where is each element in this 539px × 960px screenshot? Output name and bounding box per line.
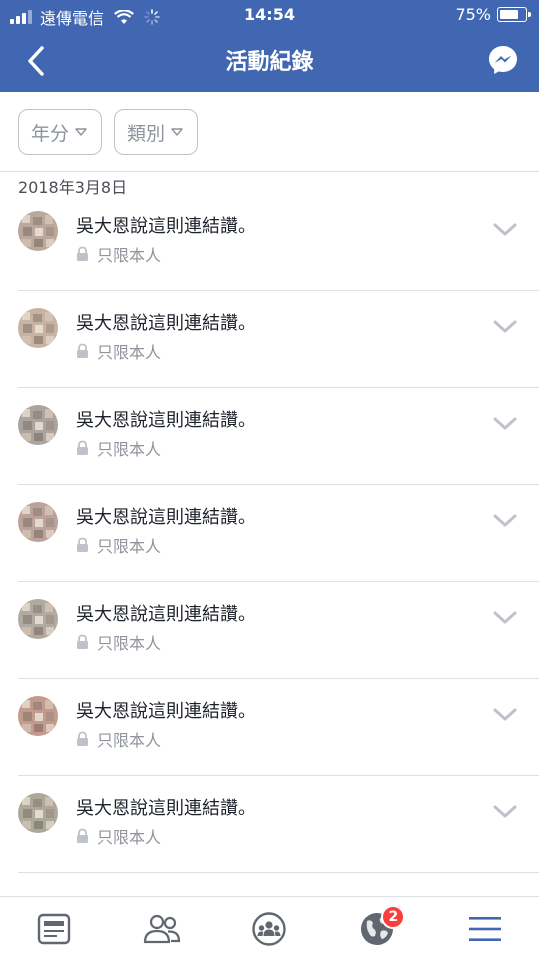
avatar[interactable]: [18, 793, 58, 833]
activity-row[interactable]: 吳大恩說這則連結讚。 只限本人: [18, 291, 539, 388]
filter-year-button[interactable]: 年分: [18, 109, 103, 155]
avatar[interactable]: [18, 696, 58, 736]
tab-menu[interactable]: [431, 897, 539, 960]
avatar[interactable]: [18, 599, 58, 639]
lock-icon: [77, 537, 88, 552]
battery-icon: [497, 7, 531, 22]
privacy-label: 只限本人: [97, 731, 162, 750]
activity-row[interactable]: 吳大恩說這則連結讚。 只限本人: [18, 485, 539, 582]
nav-bar: 活動紀錄: [0, 30, 539, 92]
bottom-tab-bar: 2: [0, 896, 539, 960]
avatar[interactable]: [18, 308, 58, 348]
activity-text[interactable]: 吳大恩說這則連結讚。: [76, 212, 256, 238]
hamburger-menu-icon: [469, 916, 502, 941]
privacy-label: 只限本人: [97, 246, 162, 265]
chevron-down-icon[interactable]: [493, 513, 517, 529]
chevron-down-icon[interactable]: [493, 804, 517, 820]
privacy-label: 只限本人: [97, 828, 162, 847]
avatar[interactable]: [18, 502, 58, 542]
status-bar: 遠傳電信 14:54 75%: [0, 0, 539, 30]
activity-row[interactable]: 吳大恩說這則連結讚。 只限本人: [18, 194, 539, 291]
tab-notifications[interactable]: 2: [323, 897, 431, 960]
friends-icon: [143, 914, 180, 943]
activity-row[interactable]: 吳大恩說這則連結讚。 只限本人: [18, 388, 539, 485]
news-feed-icon: [37, 913, 71, 944]
activity-text[interactable]: 吳大恩說這則連結讚。: [76, 697, 256, 723]
messenger-icon[interactable]: [487, 44, 519, 76]
chevron-down-icon[interactable]: [493, 416, 517, 432]
dropdown-triangle-icon: [75, 128, 87, 136]
lock-icon: [77, 634, 88, 649]
filter-category-button[interactable]: 類別: [114, 109, 199, 155]
lock-icon: [77, 731, 88, 746]
filter-year-label: 年分: [31, 122, 70, 145]
avatar[interactable]: [18, 405, 58, 445]
activity-row[interactable]: 吳大恩說這則連結讚。 只限本人: [18, 776, 539, 873]
activity-list: 吳大恩說這則連結讚。 只限本人 吳大恩說這則連結讚。 只限本人 吳大恩說這則連結…: [0, 194, 539, 913]
lock-icon: [77, 343, 88, 358]
tab-friends[interactable]: [108, 897, 216, 960]
avatar[interactable]: [18, 211, 58, 251]
activity-text[interactable]: 吳大恩說這則連結讚。: [76, 794, 256, 820]
chevron-down-icon[interactable]: [493, 707, 517, 723]
activity-text[interactable]: 吳大恩說這則連結讚。: [76, 309, 256, 335]
notification-badge: 2: [381, 905, 406, 929]
filter-category-label: 類別: [127, 122, 166, 145]
filter-bar: 年分 類別: [0, 92, 539, 172]
activity-text[interactable]: 吳大恩說這則連結讚。: [76, 503, 256, 529]
chevron-down-icon[interactable]: [493, 222, 517, 238]
battery-percent: 75%: [455, 5, 491, 24]
privacy-label: 只限本人: [97, 537, 162, 556]
lock-icon: [77, 440, 88, 455]
lock-icon: [77, 828, 88, 843]
chevron-down-icon[interactable]: [493, 610, 517, 626]
privacy-label: 只限本人: [97, 440, 162, 459]
privacy-label: 只限本人: [97, 634, 162, 653]
activity-text[interactable]: 吳大恩說這則連結讚。: [76, 406, 256, 432]
groups-icon: [252, 911, 287, 946]
tab-groups[interactable]: [216, 897, 324, 960]
activity-row[interactable]: 吳大恩說這則連結讚。 只限本人: [18, 679, 539, 776]
privacy-label: 只限本人: [97, 343, 162, 362]
tab-news-feed[interactable]: [0, 897, 108, 960]
activity-text[interactable]: 吳大恩說這則連結讚。: [76, 600, 256, 626]
activity-row[interactable]: 吳大恩說這則連結讚。 只限本人: [18, 582, 539, 679]
chevron-down-icon[interactable]: [493, 319, 517, 335]
lock-icon: [77, 246, 88, 261]
page-title: 活動紀錄: [225, 50, 314, 75]
dropdown-triangle-icon: [171, 128, 183, 136]
top-header: 遠傳電信 14:54 75% 活動紀錄: [0, 0, 539, 92]
